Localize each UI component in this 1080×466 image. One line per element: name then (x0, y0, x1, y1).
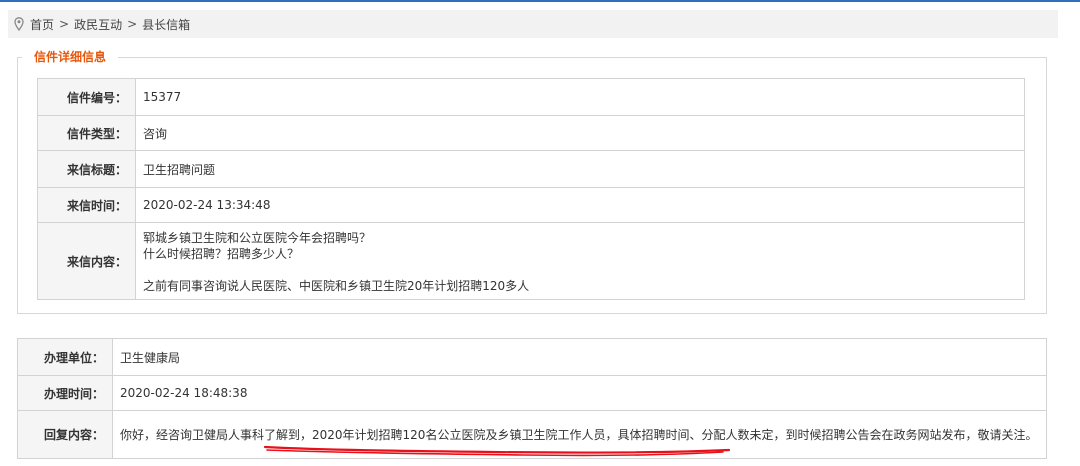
breadcrumb: 首页 > 政民互动 > 县长信箱 (8, 10, 1058, 38)
letter-number-label: 信件编号： (37, 78, 136, 116)
table-row: 办理单位： 卫生健康局 (17, 338, 1047, 376)
letter-content-line: 之前有同事咨询说人民医院、中医院和乡镇卫生院20年计划招聘120多人 (143, 279, 530, 293)
letter-content-value: 郓城乡镇卫生院和公立医院今年会招聘吗？ 什么时候招聘？招聘多少人？ 之前有同事咨… (135, 222, 1025, 300)
letter-content-line (143, 262, 1024, 278)
table-row: 信件编号： 15377 (37, 78, 1025, 116)
reply-content-value: 你好，经咨询卫健局人事科了解到，2020年计划招聘120名公立医院及乡镇卫生院工… (120, 427, 1038, 442)
breadcrumb-current: 县长信箱 (142, 17, 191, 32)
letter-detail-table: 信件编号： 15377 信件类型： 咨询 来信标题： 卫生招聘问题 来信时间： … (37, 78, 1025, 300)
letter-title-value: 卫生招聘问题 (135, 150, 1025, 188)
hand-drawn-underline (263, 445, 731, 456)
letter-type-value: 咨询 (135, 115, 1025, 151)
letter-title-label: 来信标题： (37, 150, 136, 188)
handling-time-label: 办理时间： (17, 375, 113, 411)
location-pin-icon (12, 16, 26, 32)
letter-time-label: 来信时间： (37, 187, 136, 223)
breadcrumb-separator: > (59, 17, 70, 31)
detail-legend: 信件详细信息 (22, 50, 119, 64)
table-row: 信件类型： 咨询 (37, 115, 1025, 151)
letter-time-value: 2020-02-24 13:34:48 (135, 187, 1025, 223)
reply-content-cell: 你好，经咨询卫健局人事科了解到，2020年计划招聘120名公立医院及乡镇卫生院工… (112, 410, 1047, 459)
table-row: 来信标题： 卫生招聘问题 (37, 150, 1025, 188)
reply-content-label: 回复内容： (17, 410, 113, 459)
table-row: 来信时间： 2020-02-24 13:34:48 (37, 187, 1025, 223)
letter-content-line: 郓城乡镇卫生院和公立医院今年会招聘吗？ (143, 231, 372, 245)
table-row: 来信内容： 郓城乡镇卫生院和公立医院今年会招聘吗？ 什么时候招聘？招聘多少人？ … (37, 222, 1025, 300)
letter-content-label: 来信内容： (37, 222, 136, 300)
breadcrumb-interaction-link[interactable]: 政民互动 (74, 16, 122, 33)
breadcrumb-home-link[interactable]: 首页 (30, 16, 54, 33)
top-accent-line (0, 0, 1080, 2)
breadcrumb-separator: > (127, 17, 138, 31)
handling-time-value: 2020-02-24 18:48:38 (112, 375, 1047, 411)
reply-content-wrap: 你好，经咨询卫健局人事科了解到，2020年计划招聘120名公立医院及乡镇卫生院工… (113, 421, 1046, 456)
table-row: 回复内容： 你好，经咨询卫健局人事科了解到，2020年计划招聘120名公立医院及… (17, 410, 1047, 459)
reply-table: 办理单位： 卫生健康局 办理时间： 2020-02-24 18:48:38 回复… (17, 338, 1047, 459)
handling-unit-value: 卫生健康局 (112, 338, 1047, 376)
letter-content-line: 什么时候招聘？招聘多少人？ (143, 247, 300, 261)
handling-unit-label: 办理单位： (17, 338, 113, 376)
letter-type-label: 信件类型： (37, 115, 136, 151)
table-row: 办理时间： 2020-02-24 18:48:38 (17, 375, 1047, 411)
letter-number-value: 15377 (135, 78, 1025, 116)
